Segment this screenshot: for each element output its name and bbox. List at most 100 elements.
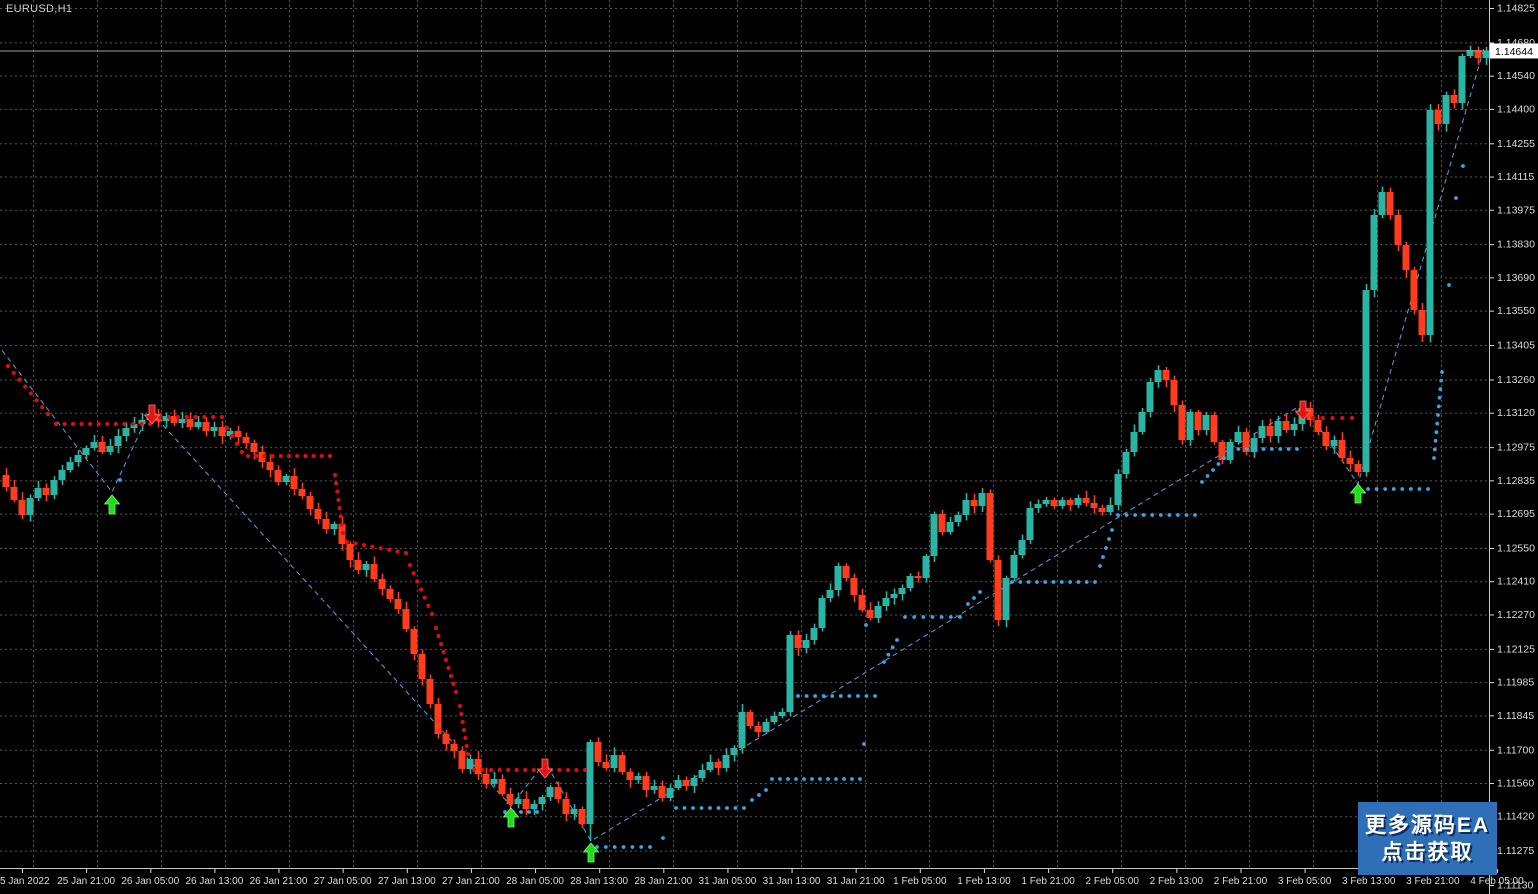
candle [675, 775, 682, 790]
price-axis-label: 1.12975 [1497, 442, 1535, 454]
candle-body [755, 726, 762, 732]
indicator-dot [246, 454, 250, 458]
indicator-dot [176, 415, 180, 419]
candle-body [491, 779, 498, 784]
indicator-dot [1438, 396, 1442, 400]
candle-body [363, 564, 370, 570]
indicator-dot [557, 768, 561, 772]
indicator-dot [1436, 413, 1440, 417]
candle-body [1387, 192, 1394, 215]
indicator-dot [40, 405, 44, 409]
candle-body [1403, 245, 1410, 270]
candle-body [1059, 500, 1066, 506]
indicator-dot [1107, 537, 1111, 541]
indicator-dot [235, 442, 239, 446]
candle-body [1203, 415, 1210, 430]
indicator-dot [1142, 513, 1146, 517]
price-axis-label: 1.13120 [1497, 407, 1535, 419]
indicator-dot [886, 653, 890, 657]
candle-body [299, 489, 306, 496]
candle [1227, 439, 1234, 464]
candle-body [387, 589, 394, 599]
indicator-dot [802, 777, 806, 781]
candle [1187, 409, 1194, 446]
candle [395, 592, 402, 614]
candle [35, 481, 42, 502]
candle-body [1003, 578, 1010, 620]
candle-body [51, 480, 58, 495]
candle-body [107, 446, 114, 452]
candle-body [987, 493, 994, 560]
indicator-dot [412, 571, 416, 575]
indicator-dot [778, 777, 782, 781]
indicator-dot [972, 596, 976, 600]
candle-body [563, 799, 570, 814]
indicator-dot [193, 415, 197, 419]
price-chart-canvas[interactable]: 1.148251.146801.145401.144001.142551.141… [0, 0, 1538, 894]
indicator-dot [1245, 447, 1249, 451]
indicator-dot [1098, 564, 1102, 568]
candle-body [179, 419, 186, 423]
indicator-dot [498, 768, 502, 772]
candle-body [723, 755, 730, 768]
candle [323, 512, 330, 534]
indicator-dot [1060, 580, 1064, 584]
indicator-dot [345, 540, 349, 544]
candle [1139, 408, 1146, 435]
candle-body [1427, 110, 1434, 335]
candle-body [675, 780, 682, 788]
indicator-dot [940, 615, 944, 619]
candle [651, 780, 658, 794]
candle-body [1283, 421, 1290, 430]
candle [667, 784, 674, 801]
indicator-dot [1176, 513, 1180, 517]
indicator-dot [630, 845, 634, 849]
indicator-dot [708, 806, 712, 810]
candle-body [1331, 440, 1338, 446]
indicator-dot [463, 736, 467, 740]
candle-body [323, 519, 330, 529]
candle-body [747, 712, 754, 726]
indicator-dot [912, 615, 916, 619]
candle [219, 421, 226, 444]
bid-price-label: 1.14644 [1495, 46, 1533, 58]
candle [515, 793, 522, 809]
candle [451, 739, 458, 758]
candle [427, 675, 434, 708]
indicator-dot [408, 563, 412, 567]
indicator-dot [1085, 580, 1089, 584]
indicator-dot [523, 768, 527, 772]
time-axis-label: 26 Jan 05:00 [121, 876, 179, 887]
price-axis-label: 1.12550 [1497, 542, 1535, 554]
candle [795, 630, 802, 656]
indicator-dot [764, 788, 768, 792]
time-axis-label: 27 Jan 21:00 [442, 876, 500, 887]
candle [1275, 416, 1282, 443]
candle-body [411, 629, 418, 654]
time-axis-label: 3 Feb 13:00 [1342, 876, 1396, 887]
time-axis-label: 1 Feb 13:00 [957, 876, 1011, 887]
indicator-dot [527, 810, 531, 814]
candle [507, 788, 514, 811]
candle [1043, 497, 1050, 507]
indicator-dot [1222, 456, 1226, 460]
candle-body [891, 594, 898, 598]
indicator-dot [717, 806, 721, 810]
candle-body [123, 428, 130, 436]
indicator-dot [1435, 422, 1439, 426]
indicator-dot [1434, 439, 1438, 443]
time-axis-label: 26 Jan 21:00 [250, 876, 308, 887]
candle [699, 764, 706, 782]
candle [1123, 449, 1130, 479]
candle-body [1211, 415, 1218, 442]
candle-body [539, 797, 546, 804]
candle [1027, 501, 1034, 544]
indicator-dot [839, 694, 843, 698]
time-axis-label: 31 Jan 13:00 [763, 876, 821, 887]
watermark-ad-link[interactable]: 更多源码EA 点击获取 [1358, 802, 1497, 875]
candle-body [523, 799, 530, 809]
candle [363, 561, 370, 577]
indicator-dot [139, 422, 143, 426]
candle-body [347, 544, 354, 560]
candle [691, 775, 698, 793]
